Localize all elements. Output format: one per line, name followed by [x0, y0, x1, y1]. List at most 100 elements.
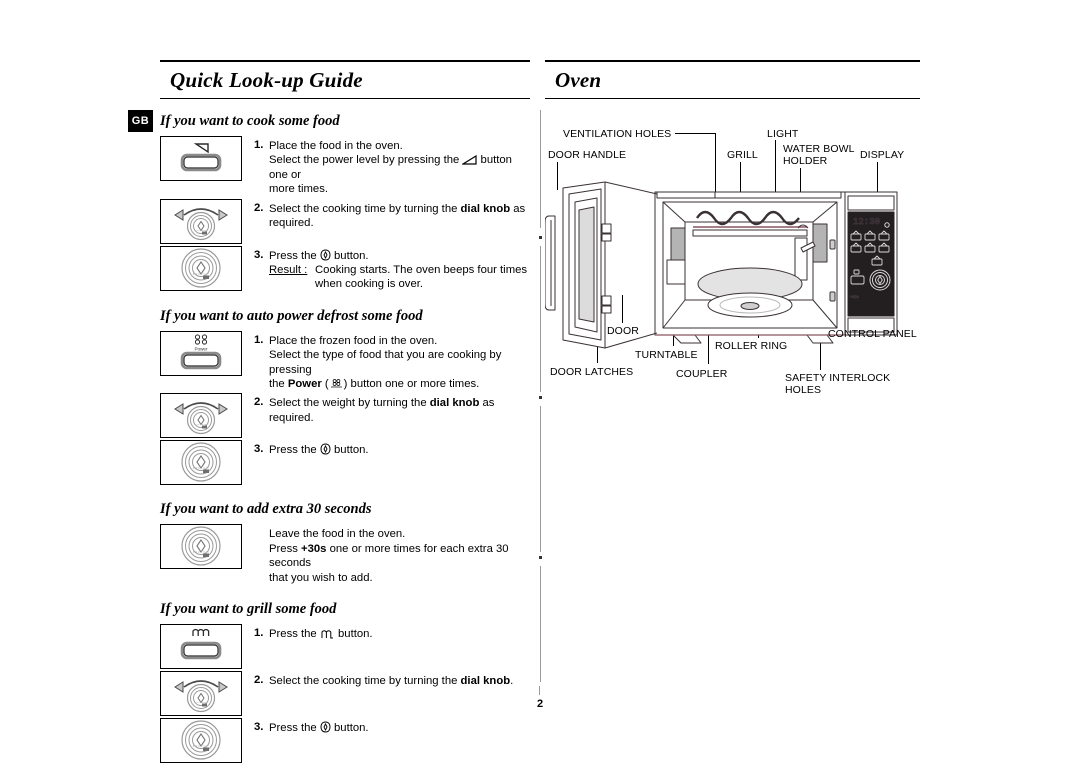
- oven-rule-bottom: [545, 98, 920, 99]
- step-row: 3. Press the button.: [160, 718, 530, 764]
- step-list: Leave the food in the oven. Press +30s on…: [160, 524, 530, 585]
- dial-knob-press-icon: [161, 525, 241, 568]
- svg-text:12:30: 12:30: [853, 217, 880, 227]
- step-text: Press the button.: [269, 440, 530, 457]
- oven-label: LIGHT: [767, 128, 799, 140]
- dial-knob-press-icon: [161, 441, 241, 484]
- emphasis-text: +30s: [301, 542, 327, 555]
- emphasis-text: Power: [287, 378, 322, 391]
- section-heading: If you want to grill some food: [160, 601, 337, 618]
- step-illustration: [160, 393, 242, 439]
- result-label: Result :: [269, 264, 308, 277]
- svg-text:Power: Power: [194, 347, 207, 352]
- step-illustration: [160, 198, 242, 244]
- grill-button-icon: [161, 625, 241, 668]
- oven-label: DISPLAY: [860, 149, 905, 161]
- step-line: Press the button.: [269, 249, 369, 262]
- step-illustration: [160, 440, 242, 486]
- step-row: 1. Place the food in the oven. Select the …: [160, 136, 530, 197]
- step-text: Press the button. Result : Cooking starts.…: [269, 246, 530, 292]
- column-divider: [539, 110, 542, 690]
- section-heading: If you want to add extra 30 seconds: [160, 501, 372, 518]
- step-text: Select the cooking time by turning the d…: [269, 671, 530, 688]
- oven-label: HOLES: [785, 384, 822, 396]
- emphasis-text: dial knob: [429, 397, 480, 410]
- page-title: Quick Look-up Guide: [170, 68, 363, 92]
- step-number: 2.: [254, 674, 264, 687]
- step-line: Place the food in the oven.: [269, 140, 403, 152]
- power-button-icon: Power: [161, 332, 241, 375]
- step-illustration: [160, 245, 242, 291]
- oven-label: VENTILATION HOLES: [563, 128, 672, 140]
- step-line: Press the button.: [269, 721, 369, 735]
- step-number: [254, 524, 269, 527]
- step-row: Power 1. Place the frozen food in the ove…: [160, 330, 530, 392]
- step-line: Press the button.: [269, 628, 373, 641]
- oven-label: HOLDER: [783, 155, 828, 167]
- step-row: 3. Press the button.: [160, 440, 530, 486]
- step-illustration: [160, 524, 242, 570]
- page-number: 2: [536, 698, 544, 710]
- start-glyph-icon: [320, 249, 331, 261]
- step-list: 1. Press the button. 2. Select the cooking…: [160, 624, 530, 764]
- oven-label: SAFETY INTERLOCK: [785, 372, 891, 384]
- step-number: 2.: [254, 396, 264, 409]
- step-line: Place the frozen food in the oven.: [269, 334, 438, 347]
- instruction-sections: If you want to cook some food 1. Place th…: [160, 113, 530, 764]
- step-text: Select the weight by turning the dial kn…: [269, 393, 530, 425]
- step-row: 1. Press the button.: [160, 624, 530, 670]
- result-line: Cooking starts. The oven beeps four time…: [315, 264, 528, 277]
- step-list: 1. Place the food in the oven. Select the …: [160, 136, 530, 292]
- dial-knob-turn-icon: [161, 394, 241, 437]
- step-result: Result : Cooking starts. The oven beeps f…: [269, 263, 530, 292]
- step-line: Select the type of food that you are coo…: [269, 349, 502, 376]
- svg-text:+30s: +30s: [850, 294, 859, 299]
- step-number: 1.: [254, 627, 264, 640]
- divider-footer-tick: [539, 686, 540, 695]
- step-text: Place the food in the oven. Select the po…: [269, 136, 530, 197]
- oven-label: DOOR: [607, 325, 639, 337]
- emphasis-text: dial knob: [460, 202, 511, 215]
- step-number: 3.: [254, 721, 264, 734]
- left-column: Quick Look-up Guide If you want to cook …: [160, 60, 530, 779]
- step-line: required.: [269, 217, 314, 230]
- step-row: 2. Select the cooking time by turning the…: [160, 198, 530, 244]
- dial-knob-press-icon: [161, 719, 241, 762]
- oven-label: ROLLER RING: [715, 340, 788, 352]
- power-glyph-icon: [329, 378, 344, 389]
- oven-label: COUPLER: [676, 368, 728, 380]
- manual-page: GB Quick Look-up Guide If you want to co…: [0, 0, 1080, 764]
- step-line: Select the cooking time by turning the d…: [269, 202, 526, 215]
- power-level-button-icon: [161, 137, 241, 180]
- oven-label: GRILL: [727, 149, 758, 161]
- result-text: Cooking starts. The oven beeps four time…: [315, 263, 530, 292]
- step-line: Select the cooking time by turning the d…: [269, 675, 514, 688]
- instruction-section: If you want to cook some food 1. Place th…: [160, 113, 530, 292]
- oven-label: DOOR LATCHES: [550, 366, 634, 378]
- instruction-section: If you want to auto power defrost some f…: [160, 308, 530, 486]
- step-row: Leave the food in the oven. Press +30s on…: [160, 524, 530, 585]
- locale-badge: GB: [128, 110, 153, 132]
- step-line: the Power ( ) button one or more times.: [269, 378, 480, 391]
- oven-label: TURNTABLE: [635, 349, 698, 361]
- power-level-glyph-icon: [462, 155, 478, 166]
- step-number: 1.: [254, 333, 264, 346]
- step-list: Power 1. Place the frozen food in the ove…: [160, 330, 530, 486]
- step-illustration: [160, 718, 242, 764]
- step-text: Place the frozen food in the oven. Select…: [269, 331, 530, 392]
- step-line: Select the power level by pressing the b…: [269, 154, 512, 181]
- step-illustration: Power: [160, 330, 242, 376]
- dial-knob-press-icon: [161, 247, 241, 290]
- oven-diagram: 12:30 +30s VENTILATION HOLES LIGHT DOOR …: [545, 120, 925, 410]
- step-row: 3. Press the button. Result : Cooking start…: [160, 245, 530, 292]
- section-heading: If you want to cook some food: [160, 113, 340, 129]
- step-line: Select the weight by turning the dial kn…: [269, 397, 495, 424]
- step-line: more times.: [269, 183, 329, 196]
- start-glyph-icon: [320, 721, 331, 733]
- step-line: Press the button.: [269, 443, 369, 457]
- grill-glyph-icon: [320, 629, 335, 639]
- section-heading: If you want to auto power defrost some f…: [160, 307, 423, 324]
- step-text: Press the button.: [269, 624, 530, 641]
- step-text: Select the cooking time by turning the d…: [269, 199, 530, 231]
- step-illustration: [160, 624, 242, 670]
